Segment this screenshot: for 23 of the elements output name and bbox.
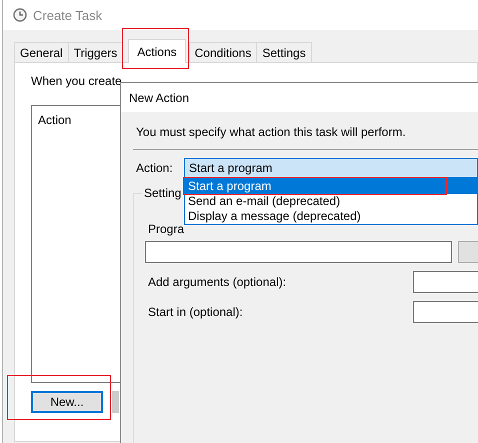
group-label: Setting — [143, 186, 182, 200]
tab[interactable]: Settings — [256, 42, 312, 62]
input-field[interactable] — [413, 271, 478, 293]
tab[interactable]: Conditions — [188, 42, 258, 62]
dropdown-option[interactable]: Start a program — [185, 179, 477, 194]
field-label: Progra — [148, 222, 186, 236]
dropdown-option[interactable]: Send an e-mail (deprecated) — [185, 194, 477, 209]
window-title: Create Task — [33, 8, 102, 22]
field-label: Add arguments (optional): — [148, 275, 288, 289]
tab[interactable]: General — [14, 42, 69, 62]
description-text: When you create — [31, 74, 122, 88]
instruction-text: You must specify what action this task will perform. — [135, 125, 407, 139]
field-label: Start in (optional): — [148, 305, 244, 319]
input-field[interactable] — [413, 301, 478, 323]
action-label: Action: — [136, 161, 174, 175]
tab[interactable]: Triggers — [68, 42, 124, 62]
new-button[interactable]: New... — [31, 391, 103, 413]
input-field[interactable] — [145, 241, 452, 263]
clock-icon — [13, 8, 27, 22]
tab[interactable]: Actions — [128, 39, 186, 63]
dialog-title: New Action — [129, 90, 190, 104]
dropdown-option[interactable]: Display a message (deprecated) — [185, 209, 477, 224]
column-header: Action — [37, 112, 72, 129]
